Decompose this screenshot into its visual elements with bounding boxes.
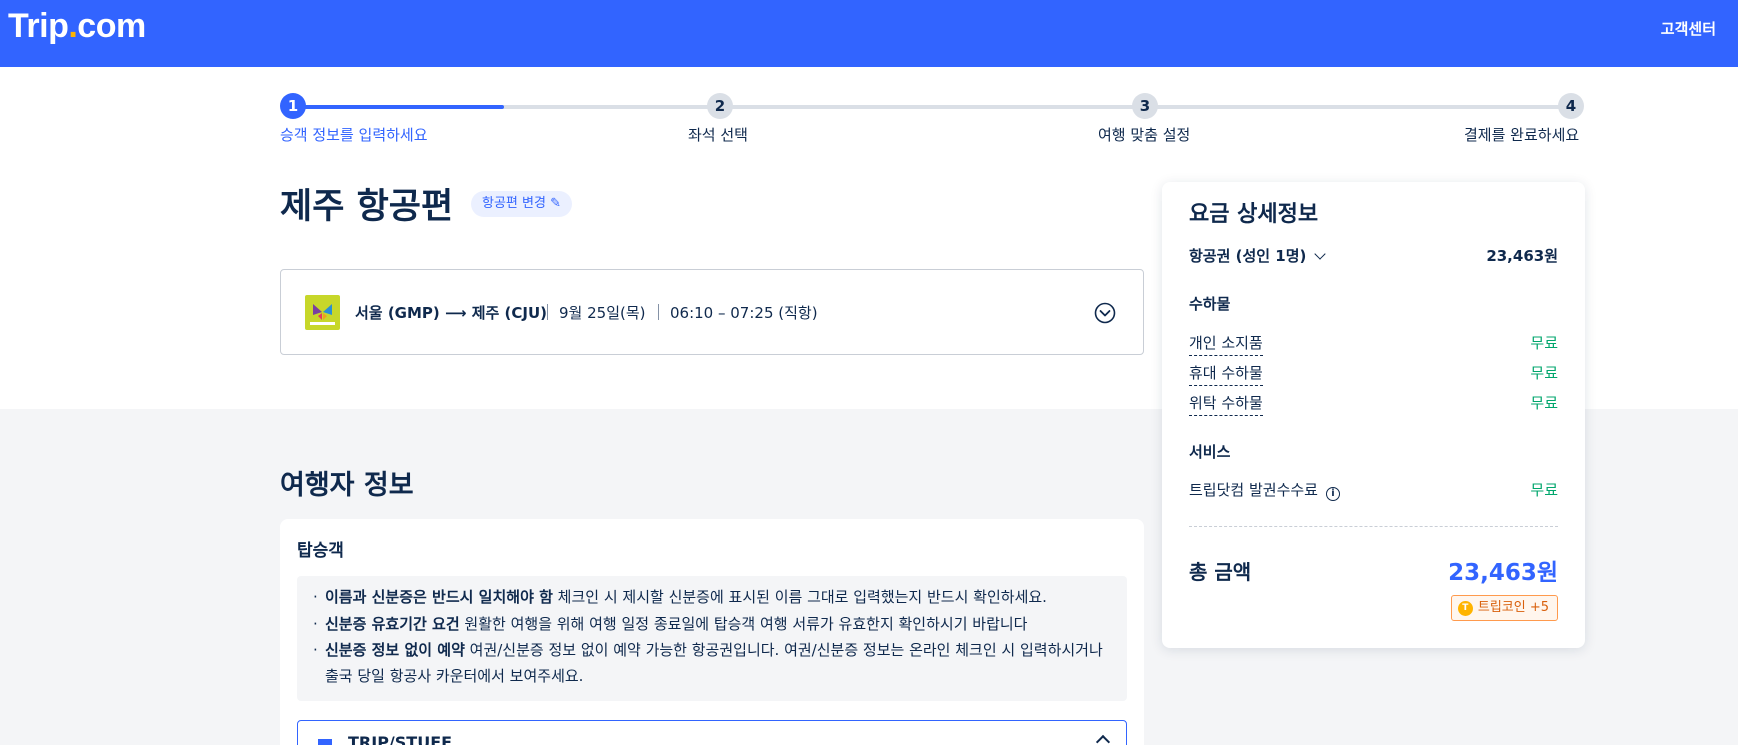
ticket-label: 항공권 (성인 1명)	[1189, 247, 1307, 265]
stepper-progress-fill	[292, 105, 504, 109]
step-2-label: 좌석 선택	[688, 126, 748, 144]
fare-title: 요금 상세정보	[1189, 202, 1319, 227]
passenger-name-panel[interactable]: TRIP/STUFF	[297, 720, 1127, 745]
flight-route: 서울 (GMP) ⟶ 제주 (CJU)	[355, 304, 548, 322]
chevron-up-icon[interactable]	[1095, 734, 1111, 745]
trip-coin-icon: T	[1457, 601, 1473, 616]
flight-divider	[658, 304, 659, 320]
notice-bold: 신분증 유효기간 요건	[325, 615, 460, 633]
trip-coin-label: 트립코인 +5	[1477, 600, 1549, 615]
customer-center-link[interactable]: 고객센터	[1661, 18, 1716, 39]
info-icon[interactable]: i	[1325, 487, 1340, 501]
notice-text: 원활한 여행을 위해 여행 일정 종료일에 탑승객 여행 서류가 유효한지 확인…	[459, 615, 1028, 633]
service-heading: 서비스	[1189, 443, 1231, 461]
passenger-card: 탑승객 · 이름과 신분증은 반드시 일치해야 함 체크인 시 제시할 신분증에 …	[280, 519, 1144, 745]
baggage-heading: 수하물	[1189, 295, 1231, 313]
baggage-row: 위탁 수하물 무료	[1189, 392, 1558, 416]
step-4-label: 결제를 완료하세요	[1464, 126, 1580, 144]
logo-main: Trip	[8, 7, 69, 45]
flight-date: 9월 25일(목)	[559, 304, 646, 322]
baggage-label[interactable]: 위탁 수하물	[1189, 392, 1263, 416]
service-value: 무료	[1530, 481, 1558, 499]
passenger-marker-icon	[318, 739, 332, 745]
baggage-value: 무료	[1530, 394, 1558, 412]
baggage-value: 무료	[1530, 364, 1558, 382]
baggage-value: 무료	[1530, 334, 1558, 352]
trip-coin-badge: T 트립코인 +5	[1450, 595, 1558, 621]
flight-summary-card[interactable]: 서울 (GMP) ⟶ 제주 (CJU) 9월 25일(목) 06:10 – 07…	[280, 269, 1144, 355]
ticket-price: 23,463원	[1486, 247, 1558, 265]
notice-text: 체크인 시 제시할 신분증에 표시된 이름 그대로 입력했는지 반드시 확인하세…	[552, 588, 1047, 606]
flight-time: 06:10 – 07:25 (직항)	[670, 304, 818, 322]
service-row: 트립닷컴 발권수수료 i 무료	[1189, 479, 1558, 501]
progress-stepper: 1 승객 정보를 입력하세요 2 좌석 선택 3 여행 맞춤 설정 4 결제를 …	[280, 93, 1584, 153]
chevron-down-circle-icon[interactable]	[1094, 302, 1116, 324]
total-label: 총 금액	[1189, 560, 1252, 584]
tripcom-logo[interactable]: Trip.com	[8, 7, 146, 46]
baggage-row: 개인 소지품 무료	[1189, 332, 1558, 356]
notice-bold: 신분증 정보 없이 예약	[325, 641, 465, 659]
logo-dot: .	[68, 7, 78, 45]
top-bar: Trip.com 고객센터	[0, 0, 1738, 67]
ticket-fare-row[interactable]: 항공권 (성인 1명) 23,463원	[1189, 245, 1558, 267]
step-2-circle: 2	[707, 93, 733, 119]
passenger-notice-box: · 이름과 신분증은 반드시 일치해야 함 체크인 시 제시할 신분증에 표시된 …	[297, 576, 1127, 701]
chevron-down-icon[interactable]	[1314, 248, 1327, 260]
total-value: 23,463원	[1448, 560, 1558, 586]
jinair-logo-icon	[305, 295, 340, 330]
baggage-label[interactable]: 휴대 수하물	[1189, 362, 1263, 386]
step-3-circle: 3	[1132, 93, 1158, 119]
step-1-label: 승객 정보를 입력하세요	[280, 126, 428, 144]
fare-divider	[1189, 526, 1558, 527]
passenger-name: TRIP/STUFF	[348, 733, 453, 745]
notice-item: · 이름과 신분증은 반드시 일치해야 함 체크인 시 제시할 신분증에 표시된 …	[313, 588, 1047, 606]
fare-details-panel: 요금 상세정보 항공권 (성인 1명) 23,463원 수하물 개인 소지품 무…	[1162, 182, 1585, 648]
notice-bold: 이름과 신분증은 반드시 일치해야 함	[325, 588, 553, 606]
step-1-circle: 1	[280, 93, 306, 119]
flight-divider	[547, 304, 548, 320]
baggage-row: 휴대 수하물 무료	[1189, 362, 1558, 386]
passenger-card-title: 탑승객	[297, 541, 344, 561]
baggage-label[interactable]: 개인 소지품	[1189, 332, 1263, 356]
logo-tail: com	[77, 7, 146, 45]
traveler-section-title: 여행자 정보	[280, 470, 414, 501]
page-title: 제주 항공편	[280, 187, 454, 227]
notice-item: · 신분증 정보 없이 예약 여권/신분증 정보 없이 예약 가능한 항공권입니다…	[313, 641, 1103, 685]
step-3-label: 여행 맞춤 설정	[1098, 126, 1191, 144]
step-4-circle: 4	[1558, 93, 1584, 119]
notice-item: · 신분증 유효기간 요건 원활한 여행을 위해 여행 일정 종료일에 탑승객 여…	[313, 615, 1028, 633]
change-flight-button[interactable]: 항공편 변경 ✎	[471, 191, 572, 217]
service-label: 트립닷컴 발권수수료	[1189, 481, 1318, 499]
